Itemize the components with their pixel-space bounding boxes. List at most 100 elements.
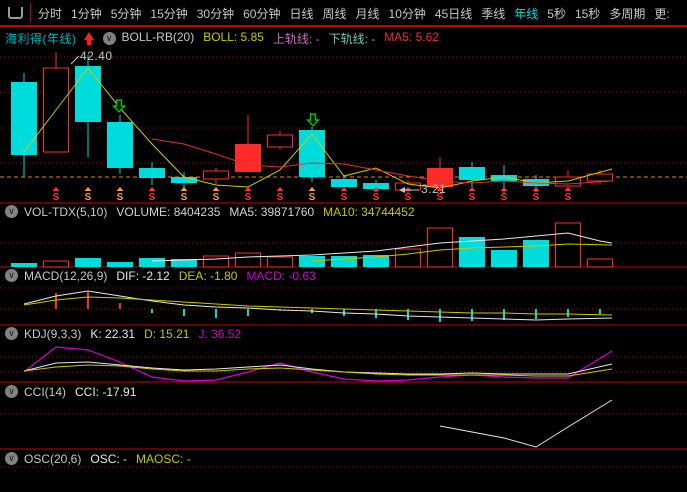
- period-tab-12[interactable]: 季线: [481, 5, 505, 22]
- volume-bar: [491, 250, 517, 267]
- osc-indicator-segment: MAOSC: -: [136, 451, 191, 466]
- candle-body: [267, 134, 293, 148]
- macd-indicator-segment: DEA: -1.80: [178, 268, 238, 283]
- candle-body: [139, 168, 165, 178]
- dividend-mark-icon: [308, 187, 316, 191]
- main-indicator-segment: 上轨线: -: [272, 32, 320, 46]
- dividend-mark-icon: [468, 187, 476, 191]
- period-tab-15[interactable]: 15秒: [575, 5, 600, 22]
- volume-bar: [11, 263, 37, 267]
- osc-indicator-segment: OSC(20,6): [24, 451, 82, 466]
- volume-bar: [107, 262, 133, 267]
- period-tab-7[interactable]: 日线: [289, 5, 313, 22]
- kdj-indicator-segment: D: 15.21: [144, 326, 190, 341]
- kdj-indicator-bar: ∨ KDJ(9,3,3) K: 22.31 D: 15.21 J: 36.52: [5, 326, 250, 341]
- candle-body: [107, 122, 133, 168]
- dividend-mark-icon: S: [117, 192, 124, 203]
- dividend-mark-icon: S: [373, 192, 380, 203]
- macd-indicator-bar: ∨ MACD(12,26,9) DIF: -2.12 DEA: -1.80 MACD:…: [5, 268, 325, 283]
- main-indicator-segment: 下轨线: -: [328, 32, 376, 46]
- dividend-mark-icon: S: [501, 192, 508, 203]
- charts-canvas: SSSSSSSSSSSSSSSSS: [0, 25, 687, 468]
- dividend-mark-icon: [532, 187, 540, 191]
- candle-body: [331, 179, 357, 187]
- period-tab-17[interactable]: 更:: [654, 5, 669, 22]
- dividend-mark-icon: S: [277, 192, 284, 203]
- dividend-mark-icon: [244, 187, 252, 191]
- dividend-mark-icon: S: [245, 192, 252, 203]
- toolbar-divider-line: [30, 3, 31, 23]
- volume-bar: [139, 258, 165, 267]
- candle-body: [171, 177, 197, 183]
- dividend-mark-icon: S: [181, 192, 188, 203]
- chevron-down-icon[interactable]: ∨: [5, 385, 18, 398]
- candle-body: [459, 167, 485, 180]
- period-tab-5[interactable]: 30分钟: [197, 5, 234, 22]
- period-tab-1[interactable]: 分时: [38, 5, 62, 22]
- vol-indicator-segment: MA10: 34744452: [323, 204, 415, 219]
- period-tab-13[interactable]: 年线: [514, 5, 538, 22]
- vol-indicator-segment: VOL-TDX(5,10): [24, 204, 108, 219]
- chevron-down-icon[interactable]: ∨: [5, 269, 18, 282]
- macd-dif-line: [23, 290, 613, 321]
- main-indicator-values: BOLL-RB(20) BOLL: 5.85 上轨线: - 下轨线: - MA5: 5.…: [122, 30, 448, 47]
- cci-line: [439, 399, 613, 448]
- osc-indicator-values: OSC(20,6) OSC: - MAOSC: -: [24, 452, 200, 466]
- main-indicator-segment: BOLL: 5.85: [203, 30, 264, 44]
- period-tab-16[interactable]: 多周期: [609, 5, 645, 22]
- period-tab-10[interactable]: 10分钟: [389, 5, 426, 22]
- kdj-indicator-values: KDJ(9,3,3) K: 22.31 D: 15.21 J: 36.52: [24, 327, 250, 341]
- dividend-mark-icon: S: [565, 192, 572, 203]
- kdj-indicator-segment: J: 36.52: [198, 326, 242, 341]
- period-tab-4[interactable]: 15分钟: [150, 5, 187, 22]
- dividend-mark-icon: S: [309, 192, 316, 203]
- dividend-mark-icon: [276, 187, 284, 191]
- period-tab-14[interactable]: 5秒: [547, 5, 566, 22]
- price-annotation-2: 3.21: [421, 182, 447, 196]
- cci-indicator-segment: CCI(14): [24, 384, 67, 399]
- volume-bar: [43, 260, 69, 268]
- cci-indicator-segment: CCI: -17.91: [75, 384, 137, 399]
- stock-title: 海利得(年线): [5, 32, 77, 46]
- volume-bar: [523, 240, 549, 267]
- dividend-mark-icon: [340, 187, 348, 191]
- period-tab-6[interactable]: 60分钟: [243, 5, 280, 22]
- period-toolbar: 分时 1分钟 5分钟 15分钟 30分钟 60分钟 日线 周线 月线 10分钟 45日线 季线 年线 5秒…: [0, 0, 687, 26]
- candle-body: [203, 170, 229, 180]
- period-tab-11[interactable]: 45日线: [435, 5, 472, 22]
- candle-body: [11, 82, 37, 155]
- volume-bar: [203, 255, 229, 268]
- period-tab-9[interactable]: 月线: [356, 5, 380, 22]
- period-tab-8[interactable]: 周线: [322, 5, 346, 22]
- cci-indicator-values: CCI(14) CCI: -17.91: [24, 385, 145, 399]
- kdj-indicator-segment: KDJ(9,3,3): [24, 326, 82, 341]
- dividend-mark-icon: [500, 187, 508, 191]
- dividend-mark-icon: S: [469, 192, 476, 203]
- kdj-indicator-segment: K: 22.31: [90, 326, 136, 341]
- chevron-down-icon[interactable]: ∨: [5, 452, 18, 465]
- dividend-mark-icon: [180, 187, 188, 191]
- chevron-down-icon[interactable]: ∨: [5, 205, 18, 218]
- volume-bar: [299, 256, 325, 267]
- osc-indicator-segment: OSC: -: [90, 451, 128, 466]
- macd-dea-line: [23, 296, 613, 316]
- dividend-mark-icon: S: [53, 192, 60, 203]
- chevron-down-icon[interactable]: ∨: [5, 327, 18, 340]
- volume-bar: [235, 252, 261, 268]
- main-indicator-segment: MA5: 5.62: [384, 30, 439, 44]
- chevron-down-icon[interactable]: ∨: [102, 32, 116, 45]
- dividend-mark-icon: [116, 187, 124, 191]
- sell-signal-arrow-icon: [306, 113, 320, 127]
- dividend-mark-icon: S: [85, 192, 92, 203]
- tdx-app-window: 分时 1分钟 5分钟 15分钟 30分钟 60分钟 日线 周线 月线 10分钟 45日线 季线 年线 5秒…: [0, 0, 687, 492]
- period-tab-3[interactable]: 5分钟: [111, 5, 142, 22]
- volume-bar: [267, 256, 293, 268]
- macd-indicator-segment: MACD(12,26,9): [24, 268, 108, 283]
- dividend-mark-icon: S: [213, 192, 220, 203]
- macd-indicator-values: MACD(12,26,9) DIF: -2.12 DEA: -1.80 MACD: -…: [24, 269, 325, 283]
- main-indicator-segment: BOLL-RB(20): [121, 30, 195, 44]
- up-arrow-icon: [83, 31, 94, 45]
- window-icon[interactable]: [8, 7, 23, 19]
- period-tab-2[interactable]: 1分钟: [71, 5, 102, 22]
- volume-bar: [427, 227, 453, 268]
